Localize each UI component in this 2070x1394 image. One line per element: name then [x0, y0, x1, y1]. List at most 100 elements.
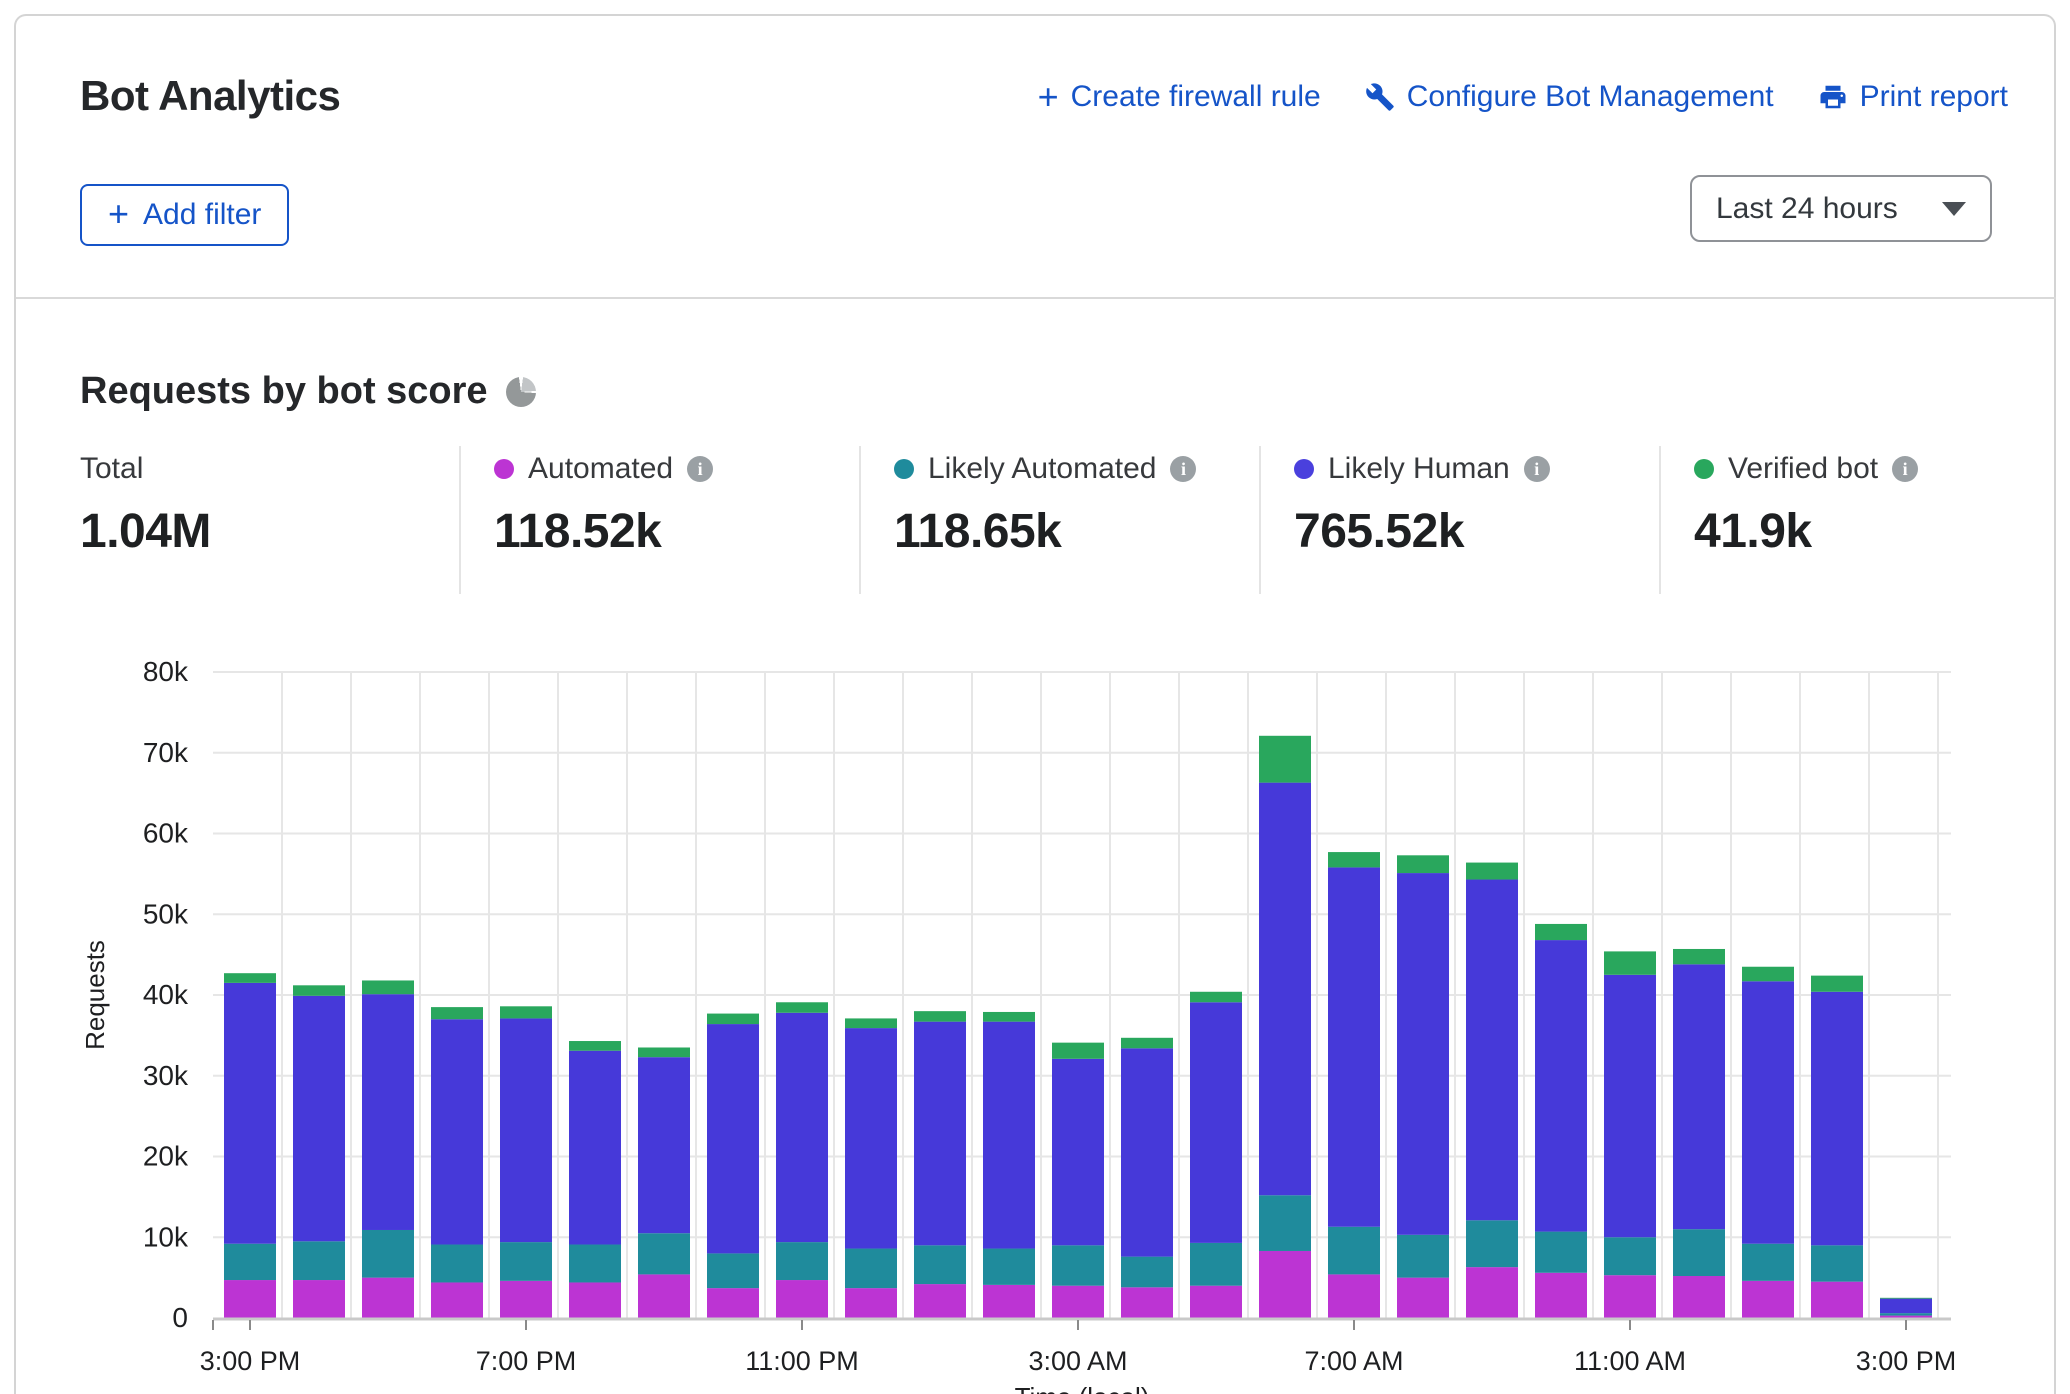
y-tick-label: 20k	[143, 1141, 189, 1172]
bar-segment-700AM-Automated	[1328, 1274, 1380, 1318]
bar-segment-300PM-Likely-Automated	[1880, 1313, 1932, 1315]
bar-segment-300PM-Verified-bot	[224, 973, 276, 983]
header-divider	[16, 297, 2056, 299]
wrench-icon	[1365, 82, 1395, 112]
x-tick-label: 7:00 PM	[476, 1346, 577, 1376]
bar-segment-800AM-Automated	[1397, 1278, 1449, 1318]
bar-segment-800PM-Automated	[569, 1282, 621, 1318]
bar-segment-500AM-Likely-Human	[1190, 1002, 1242, 1243]
bar-segment-900PM-Verified-bot	[638, 1047, 690, 1057]
bar-segment-300PM-Likely-Automated	[224, 1244, 276, 1280]
bar-segment-1100PM-Likely-Human	[776, 1013, 828, 1242]
bar-segment-700PM-Likely-Automated	[500, 1242, 552, 1281]
bar-segment-400PM-Automated	[293, 1280, 345, 1318]
likely-automated-dot	[894, 459, 914, 479]
bar-segment-1100AM-Likely-Automated	[1604, 1237, 1656, 1275]
bar-segment-400PM-Likely-Automated	[293, 1241, 345, 1280]
bar-segment-300AM-Automated	[1052, 1286, 1104, 1318]
bar-segment-100PM-Likely-Automated	[1742, 1244, 1794, 1281]
bar-segment-900AM-Automated	[1466, 1267, 1518, 1318]
bar-segment-200PM-Likely-Automated	[1811, 1245, 1863, 1281]
action-label: Print report	[1860, 80, 2008, 114]
info-icon[interactable]: i	[1524, 456, 1550, 482]
bar-segment-200PM-Automated	[1811, 1282, 1863, 1318]
bar-segment-1100AM-Verified-bot	[1604, 951, 1656, 974]
bar-segment-500AM-Automated	[1190, 1286, 1242, 1318]
pie-chart-icon	[506, 377, 536, 407]
bar-segment-300PM-Verified-bot	[1880, 1298, 1932, 1299]
action-label: Create firewall rule	[1071, 80, 1321, 114]
requests-by-bot-score-chart: 010k20k30k40k50k60k70k80k3:00 PM7:00 PM1…	[16, 616, 2070, 1394]
bar-segment-700PM-Verified-bot	[500, 1006, 552, 1018]
chevron-down-icon	[1942, 202, 1966, 216]
bot-analytics-card: Bot Analytics + Create firewall rule Con…	[14, 14, 2056, 1394]
bar-segment-200PM-Verified-bot	[1811, 976, 1863, 992]
bar-segment-700AM-Likely-Human	[1328, 867, 1380, 1226]
stat-value: 41.9k	[1694, 504, 1918, 559]
bar-segment-900AM-Likely-Automated	[1466, 1220, 1518, 1267]
bot-analytics-page: Bot Analytics + Create firewall rule Con…	[0, 0, 2070, 1394]
x-tick-label: 3:00 AM	[1028, 1346, 1127, 1376]
bar-segment-300AM-Verified-bot	[1052, 1043, 1104, 1059]
print-report-link[interactable]: Print report	[1818, 80, 2008, 114]
info-icon[interactable]: i	[687, 456, 713, 482]
stat-verified-bot: Verified bot i 41.9k	[1694, 452, 1918, 559]
time-range-select[interactable]: Last 24 hours	[1690, 175, 1992, 242]
section-title-row: Requests by bot score	[80, 370, 536, 413]
bar-segment-600AM-Likely-Human	[1259, 783, 1311, 1196]
bar-segment-100PM-Verified-bot	[1742, 967, 1794, 982]
y-tick-label: 0	[172, 1302, 188, 1333]
action-label: Configure Bot Management	[1407, 80, 1774, 114]
bar-segment-1000AM-Likely-Human	[1535, 940, 1587, 1232]
bar-segment-900AM-Likely-Human	[1466, 880, 1518, 1221]
bar-segment-200AM-Verified-bot	[983, 1012, 1035, 1022]
plus-icon: +	[1038, 82, 1059, 112]
stat-total: Total 1.04M	[80, 452, 211, 559]
bar-segment-100PM-Likely-Human	[1742, 981, 1794, 1243]
add-filter-button[interactable]: + Add filter	[80, 184, 289, 246]
stat-value: 1.04M	[80, 504, 211, 559]
bar-segment-300AM-Likely-Human	[1052, 1059, 1104, 1246]
bar-segment-800PM-Verified-bot	[569, 1041, 621, 1051]
bar-segment-800AM-Likely-Human	[1397, 873, 1449, 1235]
info-icon[interactable]: i	[1170, 456, 1196, 482]
stat-label: Verified bot	[1728, 452, 1878, 486]
create-firewall-rule-link[interactable]: + Create firewall rule	[1038, 80, 1321, 114]
configure-bot-management-link[interactable]: Configure Bot Management	[1365, 80, 1774, 114]
bar-segment-500AM-Verified-bot	[1190, 992, 1242, 1002]
info-icon[interactable]: i	[1892, 456, 1918, 482]
bar-segment-700PM-Automated	[500, 1281, 552, 1318]
bar-segment-100PM-Automated	[1742, 1281, 1794, 1318]
bar-segment-1000AM-Likely-Automated	[1535, 1232, 1587, 1273]
bar-segment-700AM-Likely-Automated	[1328, 1227, 1380, 1275]
bar-segment-400AM-Likely-Human	[1121, 1048, 1173, 1256]
bar-segment-200AM-Automated	[983, 1285, 1035, 1318]
verified-bot-dot	[1694, 459, 1714, 479]
bar-segment-300PM-Likely-Human	[224, 983, 276, 1244]
bar-segment-800AM-Likely-Automated	[1397, 1235, 1449, 1278]
stat-value: 118.65k	[894, 504, 1196, 559]
y-tick-label: 60k	[143, 818, 189, 849]
bar-segment-400PM-Likely-Human	[293, 996, 345, 1241]
y-tick-label: 70k	[143, 737, 189, 768]
y-tick-label: 50k	[143, 898, 189, 929]
stat-value: 118.52k	[494, 504, 713, 559]
bar-segment-800PM-Likely-Human	[569, 1051, 621, 1245]
bar-segment-300PM-Likely-Human	[1880, 1299, 1932, 1314]
y-tick-label: 10k	[143, 1221, 189, 1252]
bar-segment-1200AM-Automated	[845, 1288, 897, 1318]
bar-segment-500PM-Likely-Automated	[362, 1230, 414, 1278]
bar-segment-1000PM-Likely-Automated	[707, 1253, 759, 1288]
bar-segment-1200PM-Verified-bot	[1673, 949, 1725, 964]
bar-segment-1100AM-Automated	[1604, 1275, 1656, 1318]
bar-segment-1000PM-Verified-bot	[707, 1014, 759, 1024]
bar-segment-600PM-Verified-bot	[431, 1007, 483, 1019]
stat-value: 765.52k	[1294, 504, 1550, 559]
plus-icon: +	[108, 193, 129, 235]
bar-segment-1100PM-Verified-bot	[776, 1002, 828, 1012]
bar-segment-400AM-Likely-Automated	[1121, 1257, 1173, 1288]
section-title: Requests by bot score	[80, 370, 488, 413]
stat-label: Likely Human	[1328, 452, 1510, 486]
x-tick-label: 7:00 AM	[1304, 1346, 1403, 1376]
bar-segment-100AM-Likely-Human	[914, 1022, 966, 1246]
